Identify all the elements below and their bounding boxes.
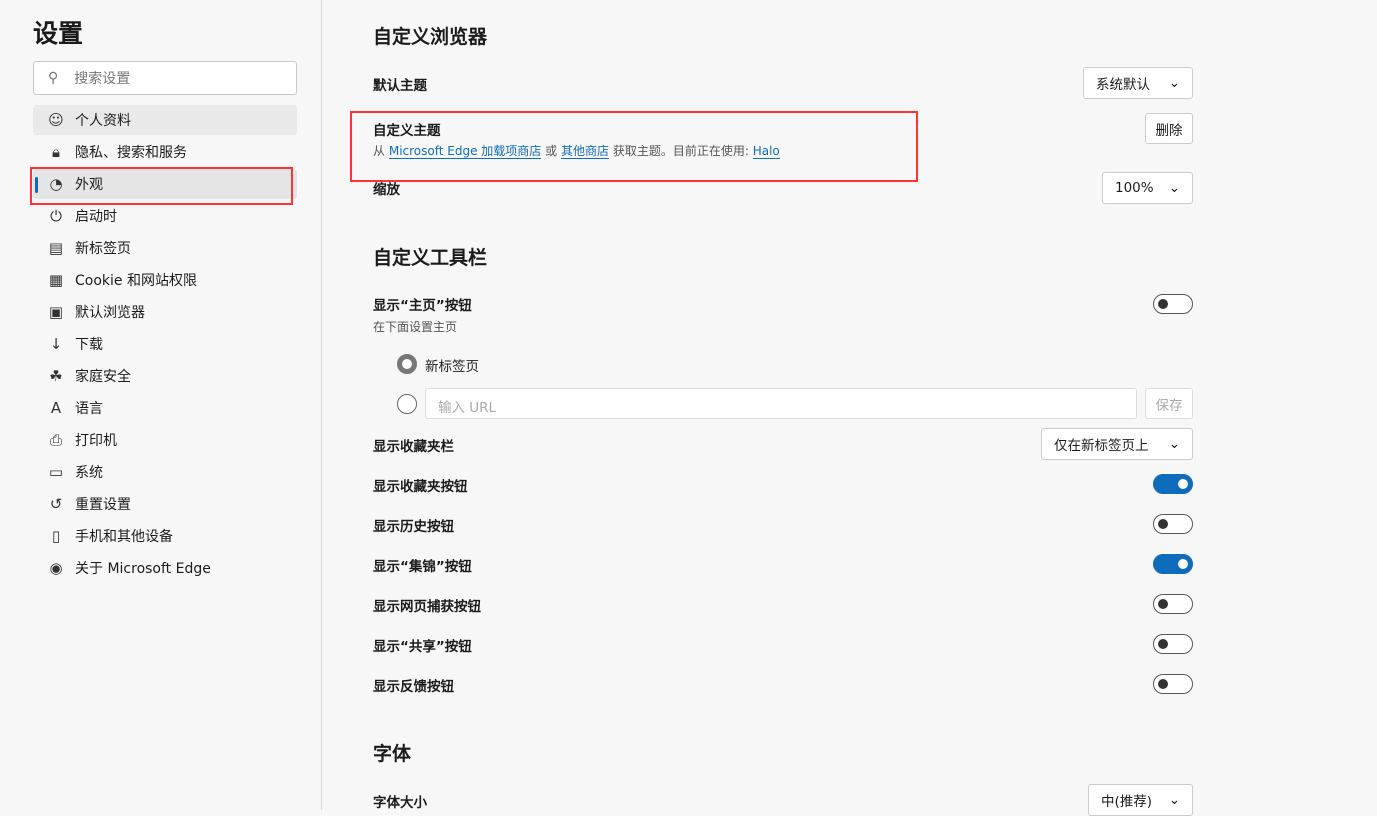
- sidebar-item[interactable]: 🔒︎ 隐私、搜索和服务: [33, 137, 297, 167]
- toggle-switch[interactable]: [1153, 634, 1193, 654]
- chevron-down-icon: ⌄: [1169, 436, 1180, 452]
- sidebar-item-label: 隐私、搜索和服务: [75, 142, 187, 162]
- home-button-sub: 在下面设置主页: [373, 318, 457, 335]
- sidebar-item[interactable]: ↓ 下载: [33, 329, 297, 359]
- sidebar-item-label: Cookie 和网站权限: [75, 270, 197, 290]
- toggle-switch[interactable]: [1153, 554, 1193, 574]
- chevron-down-icon: ⌄: [1169, 180, 1180, 196]
- dropdown-value: 中(推荐): [1101, 790, 1152, 810]
- sidebar-item[interactable]: ☺ 个人资料: [33, 105, 297, 135]
- site-permissions-icon: ▦: [47, 271, 65, 289]
- sidebar-item[interactable]: A 语言: [33, 393, 297, 423]
- sidebar-item-label: 打印机: [75, 430, 117, 450]
- section-heading-fonts: 字体: [373, 739, 411, 766]
- default-browser-icon: ▣: [47, 303, 65, 321]
- home-button-label: 显示“主页”按钮: [373, 294, 472, 314]
- radio-url[interactable]: [397, 394, 417, 414]
- toggle-label: 显示“共享”按钮: [373, 635, 472, 655]
- font-size-dropdown[interactable]: 中(推荐) ⌄: [1088, 784, 1193, 816]
- sidebar-item-label: 手机和其他设备: [75, 526, 173, 546]
- default-theme-dropdown[interactable]: 系统默认 ⌄: [1083, 67, 1193, 99]
- toggle-label: 显示收藏夹按钮: [373, 475, 468, 495]
- home-button-toggle[interactable]: [1153, 294, 1193, 314]
- sidebar-item[interactable]: ▦ Cookie 和网站权限: [33, 265, 297, 295]
- sidebar-item-label: 下载: [75, 334, 103, 354]
- toggle-label: 显示反馈按钮: [373, 675, 454, 695]
- toggle-switch[interactable]: [1153, 514, 1193, 534]
- zoom-dropdown[interactable]: 100% ⌄: [1102, 172, 1193, 204]
- highlight-box: [350, 111, 918, 182]
- sidebar-item-label: 默认浏览器: [75, 302, 145, 322]
- search-icon: ⚲: [48, 70, 58, 86]
- dropdown-value: 仅在新标签页上: [1054, 434, 1149, 454]
- edge-icon: ◉: [47, 559, 65, 577]
- new-tab-icon: ▤: [47, 239, 65, 257]
- sidebar-item-label: 系统: [75, 462, 103, 482]
- radio-new-tab[interactable]: [397, 354, 417, 374]
- sidebar: 设置 ⚲ 搜索设置 ☺个人资料🔒︎隐私、搜索和服务◔外观⏻启动时▤新标签页▦Co…: [0, 0, 322, 810]
- sidebar-item-label: 启动时: [75, 206, 117, 226]
- sidebar-item-label: 新标签页: [75, 238, 131, 258]
- sidebar-item-label: 个人资料: [75, 110, 131, 130]
- url-input[interactable]: 输入 URL: [425, 388, 1137, 419]
- dropdown-value: 100%: [1115, 180, 1154, 196]
- reset-icon: ↺: [47, 495, 65, 513]
- favorites-bar-label: 显示收藏夹栏: [373, 435, 454, 455]
- language-icon: A: [47, 399, 65, 417]
- chevron-down-icon: ⌄: [1169, 792, 1180, 808]
- sidebar-item-label: 语言: [75, 398, 103, 418]
- default-theme-label: 默认主题: [373, 74, 427, 94]
- sidebar-item[interactable]: ⎙ 打印机: [33, 425, 297, 455]
- power-icon: ⏻: [47, 207, 65, 225]
- phone-icon: ▯: [47, 527, 65, 545]
- family-icon: ☘: [47, 367, 65, 385]
- sidebar-item[interactable]: ▣ 默认浏览器: [33, 297, 297, 327]
- sidebar-item[interactable]: ▤ 新标签页: [33, 233, 297, 263]
- search-placeholder: 搜索设置: [74, 68, 130, 88]
- sidebar-item-label: 家庭安全: [75, 366, 131, 386]
- sidebar-item[interactable]: ↺ 重置设置: [33, 489, 297, 519]
- chevron-down-icon: ⌄: [1169, 75, 1180, 91]
- section-heading-customize-browser: 自定义浏览器: [373, 22, 487, 49]
- toggle-switch[interactable]: [1153, 474, 1193, 494]
- toggle-switch[interactable]: [1153, 594, 1193, 614]
- page-title: 设置: [33, 14, 83, 50]
- save-button[interactable]: 保存: [1145, 388, 1193, 419]
- toggle-label: 显示网页捕获按钮: [373, 595, 481, 615]
- toggle-label: 显示历史按钮: [373, 515, 454, 535]
- font-size-label: 字体大小: [373, 791, 427, 811]
- printer-icon: ⎙: [47, 431, 65, 449]
- sidebar-item[interactable]: ◉ 关于 Microsoft Edge: [33, 553, 297, 583]
- sidebar-item[interactable]: ▭ 系统: [33, 457, 297, 487]
- zoom-label: 缩放: [373, 178, 400, 198]
- sidebar-item[interactable]: ☘ 家庭安全: [33, 361, 297, 391]
- delete-theme-button[interactable]: 删除: [1145, 113, 1193, 144]
- sidebar-item-label: 关于 Microsoft Edge: [75, 558, 211, 578]
- toggle-label: 显示“集锦”按钮: [373, 555, 472, 575]
- profile-icon: ☺: [47, 111, 65, 129]
- search-input[interactable]: ⚲ 搜索设置: [33, 61, 297, 95]
- sidebar-item[interactable]: ▯ 手机和其他设备: [33, 521, 297, 551]
- toggle-switch[interactable]: [1153, 674, 1193, 694]
- favorites-bar-dropdown[interactable]: 仅在新标签页上 ⌄: [1041, 428, 1193, 460]
- system-icon: ▭: [47, 463, 65, 481]
- section-heading-toolbar: 自定义工具栏: [373, 243, 487, 270]
- dropdown-value: 系统默认: [1096, 73, 1150, 93]
- lock-icon: 🔒︎: [47, 143, 65, 161]
- download-icon: ↓: [47, 335, 65, 353]
- highlight-box: [30, 167, 293, 205]
- radio-new-tab-label: 新标签页: [425, 355, 479, 375]
- sidebar-item-label: 重置设置: [75, 494, 131, 514]
- sidebar-item[interactable]: ⏻ 启动时: [33, 201, 297, 231]
